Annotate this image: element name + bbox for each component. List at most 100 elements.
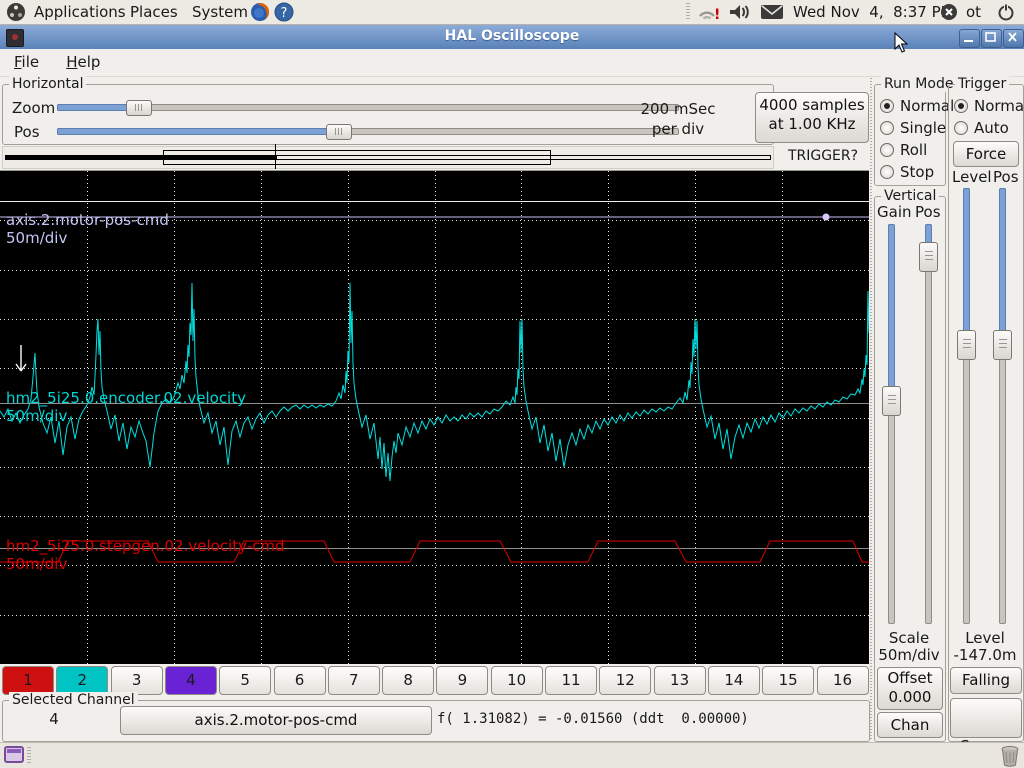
trigger-level-slider-handle[interactable]: [957, 330, 976, 360]
zoom-slider-fill: [57, 104, 131, 111]
ch1-label: hm2_5i25.0.stepgen.02.velocity-cmd50m/di…: [6, 537, 285, 573]
radio-icon[interactable]: [954, 121, 968, 135]
trigger-level-slider-fill: [963, 188, 970, 335]
zoom-label: Zoom: [12, 99, 55, 117]
trigger-status-label: TRIGGER?: [776, 148, 870, 164]
trigger-pos-slider-label: Pos: [993, 168, 1019, 186]
force-button[interactable]: Force: [953, 141, 1019, 167]
menu-file[interactable]: File: [12, 53, 41, 71]
channel-name: hm2_5i25.0.encoder.02.velocity: [6, 389, 246, 407]
channel-button-5[interactable]: 5: [219, 666, 271, 695]
pane-separator[interactable]: [870, 78, 872, 740]
volume-icon[interactable]: [728, 2, 752, 22]
channel-button-1[interactable]: 1: [2, 666, 54, 695]
run-mode-single[interactable]: Single: [880, 119, 954, 137]
gain-slider-label: Gain: [877, 203, 912, 221]
horizontal-group-label: Horizontal: [9, 76, 86, 92]
user-switcher-icon[interactable]: [940, 3, 958, 21]
vertical-pos-slider-track[interactable]: [925, 224, 932, 624]
channel-button-12[interactable]: 12: [599, 666, 651, 695]
taskbar: X axis-lathe.ngc HAL Oscilloscope: [0, 742, 1024, 768]
sample-rate-label: 200 mSec per div: [622, 99, 734, 139]
trigger-point-marker: [823, 214, 830, 221]
system-menu[interactable]: System: [188, 2, 252, 22]
power-icon[interactable]: [997, 3, 1015, 21]
radio-label: Normal: [900, 97, 954, 115]
run-mode-group: Run Mode NormalSingleRollStop: [874, 84, 946, 186]
trigger-radios: Normal Auto: [954, 97, 1024, 141]
svg-text:!: !: [714, 7, 720, 21]
mail-icon[interactable]: [760, 4, 784, 20]
channel-button-13[interactable]: 13: [654, 666, 706, 695]
selected-channel-number: 4: [30, 710, 78, 728]
zoom-slider-handle[interactable]: [126, 100, 152, 116]
selected-channel-group-label: Selected Channel: [9, 692, 138, 708]
channel-button-9[interactable]: 9: [436, 666, 488, 695]
channel-button-2[interactable]: 2: [56, 666, 108, 695]
clock[interactable]: Wed Nov 4, 8:37 PM: [793, 3, 954, 21]
pos-slider-handle[interactable]: [326, 124, 352, 140]
trigger-edge-button[interactable]: Falling: [950, 667, 1022, 694]
firefox-icon[interactable]: [250, 2, 270, 22]
record-view: [2, 146, 774, 169]
offset-button[interactable]: Offset 0.000: [877, 667, 943, 710]
close-button[interactable]: [1003, 29, 1024, 48]
run-mode-normal[interactable]: Normal: [880, 97, 954, 115]
maximize-button[interactable]: [981, 29, 1002, 48]
taskbar-drag-handle[interactable]: [27, 747, 31, 765]
minimize-button[interactable]: [959, 29, 980, 48]
network-signal-icon[interactable]: !: [696, 3, 720, 21]
gain-slider-handle[interactable]: [882, 386, 901, 416]
ch2-trace: [0, 283, 869, 481]
places-menu[interactable]: Places: [126, 2, 182, 22]
user-name-label[interactable]: ot: [962, 2, 985, 22]
pos-slider-fill: [57, 128, 331, 135]
channel-name: hm2_5i25.0.stepgen.02.velocity-cmd: [6, 537, 285, 555]
channel-button-14[interactable]: 14: [708, 666, 760, 695]
selected-channel-name-button[interactable]: axis.2.motor-pos-cmd: [120, 706, 432, 735]
run-mode-roll[interactable]: Roll: [880, 141, 954, 159]
show-desktop-icon[interactable]: [4, 746, 24, 764]
panel-drag-handle[interactable]: [686, 3, 690, 21]
channel-button-10[interactable]: 10: [491, 666, 543, 695]
radio-icon[interactable]: [954, 99, 968, 113]
radio-label: Normal: [974, 97, 1024, 115]
channel-button-7[interactable]: 7: [328, 666, 380, 695]
function-readout: f( 1.31082) = -0.01560 (ddt 0.00000): [437, 711, 749, 727]
radio-label: Auto: [974, 119, 1009, 137]
channel-button-8[interactable]: 8: [382, 666, 434, 695]
radio-icon[interactable]: [880, 143, 894, 157]
channel-button-16[interactable]: 16: [817, 666, 869, 695]
channel-button-15[interactable]: 15: [762, 666, 814, 695]
distributor-logo-icon[interactable]: [6, 2, 26, 22]
samples-button[interactable]: 4000 samples at 1.00 KHz: [755, 92, 869, 143]
trigger-mode-normal[interactable]: Normal: [954, 97, 1024, 115]
run-mode-group-label: Run Mode: [881, 76, 956, 92]
window-title: HAL Oscilloscope: [0, 28, 1024, 44]
trigger-pos-slider-handle[interactable]: [993, 330, 1012, 360]
vertical-group-label: Vertical: [881, 188, 939, 204]
scope-display[interactable]: axis.2.motor-pos-cmd50m/divhm2_5i25.0.en…: [0, 170, 869, 664]
radio-icon[interactable]: [880, 121, 894, 135]
vertical-pos-slider-handle[interactable]: [919, 242, 938, 272]
trash-icon[interactable]: [999, 744, 1021, 768]
chan-off-button[interactable]: Chan Off: [877, 712, 943, 738]
trigger-source-button[interactable]: Source Chan 4: [950, 698, 1022, 738]
run-mode-stop[interactable]: Stop: [880, 163, 954, 181]
screen: Applications Places System ? ! Wed Nov 4…: [0, 0, 1024, 768]
channel-button-6[interactable]: 6: [274, 666, 326, 695]
trigger-mode-auto[interactable]: Auto: [954, 119, 1024, 137]
menu-help[interactable]: Help: [64, 53, 102, 71]
titlebar[interactable]: HAL Oscilloscope: [0, 25, 1024, 49]
trigger-level-readout: Level -147.0m: [948, 630, 1022, 664]
channel-button-4[interactable]: 4: [165, 666, 217, 695]
help-icon[interactable]: ?: [274, 2, 294, 22]
channel-button-3[interactable]: 3: [111, 666, 163, 695]
applications-menu[interactable]: Applications: [30, 2, 130, 22]
vertical-pos-slider-label: Pos: [915, 203, 941, 221]
gain-slider-fill: [888, 224, 895, 390]
radio-icon[interactable]: [880, 99, 894, 113]
radio-icon[interactable]: [880, 165, 894, 179]
channel-button-11[interactable]: 11: [545, 666, 597, 695]
trigger-group-label: Trigger: [955, 76, 1009, 92]
